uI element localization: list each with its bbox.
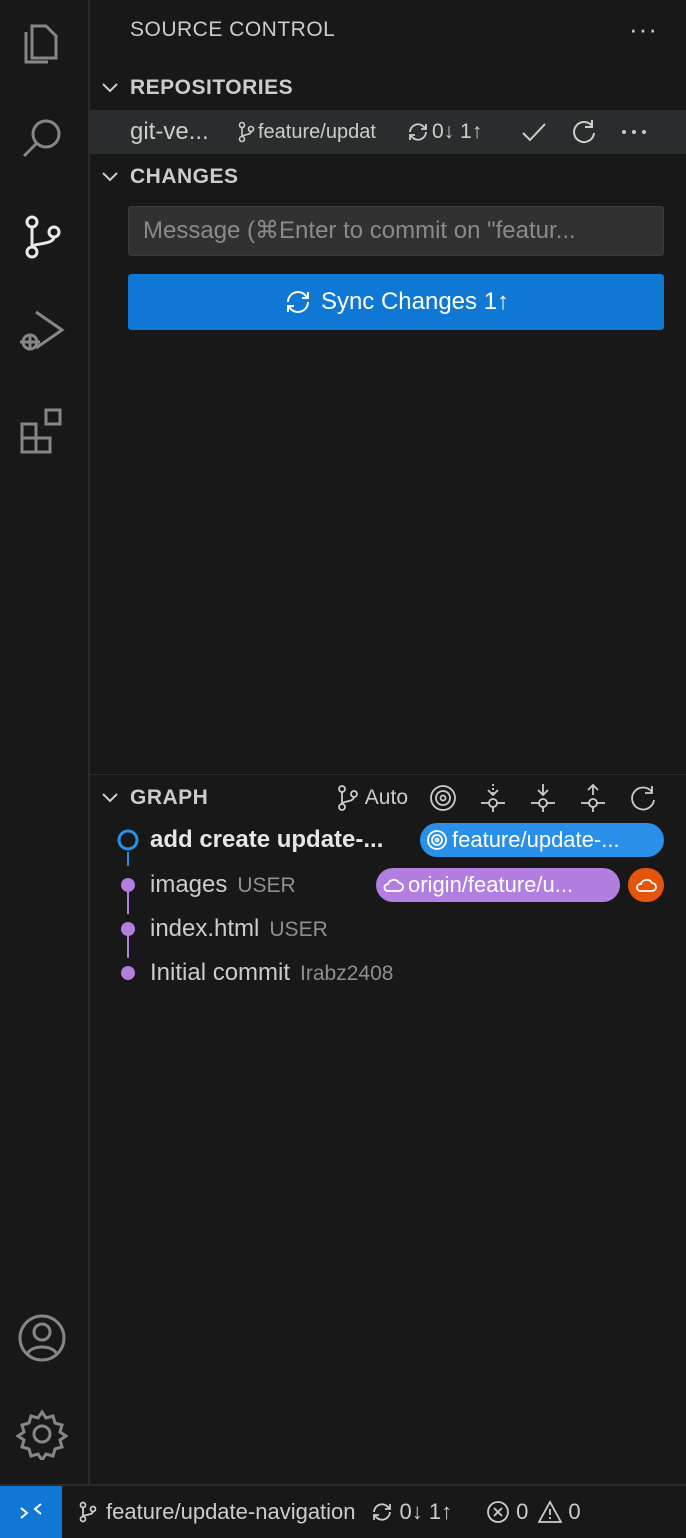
- commit-message-row: images USER: [150, 871, 296, 899]
- extensions-icon[interactable]: [14, 402, 70, 458]
- branch-icon: [238, 121, 255, 143]
- target-icon[interactable]: [428, 782, 458, 814]
- repo-sync-button[interactable]: 0↓ 1↑: [406, 120, 516, 144]
- commit-message: add create update-...: [150, 826, 384, 853]
- graph-commit-row[interactable]: add create update-... feature/update-...: [90, 818, 686, 862]
- changes-section-header[interactable]: CHANGES: [90, 157, 686, 197]
- commit-author: USER: [237, 874, 296, 897]
- commit-check-icon[interactable]: [520, 118, 548, 146]
- graph-toolbar: Auto: [335, 778, 658, 818]
- graph-commit-row[interactable]: images USER origin/feature/u...: [90, 863, 686, 907]
- source-control-icon[interactable]: [14, 208, 70, 264]
- status-sync-label: 0↓ 1↑: [399, 1499, 453, 1524]
- status-branch[interactable]: feature/update-navigation: [76, 1499, 356, 1525]
- local-branch-badge[interactable]: feature/update-...: [420, 823, 664, 857]
- error-count: 0: [516, 1499, 529, 1524]
- push-icon[interactable]: [578, 782, 608, 814]
- settings-icon[interactable]: [14, 1406, 70, 1462]
- warning-count: 0: [568, 1499, 581, 1524]
- graph-commit-row[interactable]: index.html USER: [90, 907, 686, 951]
- graph-branch-filter-button[interactable]: Auto: [335, 783, 408, 813]
- error-icon: [487, 1501, 510, 1523]
- status-sync[interactable]: 0↓ 1↑: [370, 1499, 453, 1525]
- refresh-icon[interactable]: [570, 118, 598, 146]
- sync-changes-button[interactable]: Sync Changes 1↑: [128, 274, 664, 330]
- commit-node: [121, 966, 135, 980]
- graph-section-header[interactable]: GRAPH: [90, 778, 330, 818]
- chevron-down-icon: [90, 787, 130, 809]
- branch-icon: [79, 1501, 97, 1523]
- commit-message: index.html: [150, 915, 260, 942]
- repo-branch-label: feature/updat: [258, 120, 376, 143]
- repositories-section-header[interactable]: REPOSITORIES: [90, 68, 686, 108]
- commit-node: [121, 878, 135, 892]
- chevron-down-icon: [90, 166, 130, 188]
- target-icon: [427, 830, 447, 850]
- divider: [90, 774, 686, 775]
- activity-bar: [0, 0, 90, 1484]
- source-control-panel: SOURCE CONTROL ··· REPOSITORIES git-ve..…: [90, 0, 686, 1484]
- repo-name: git-ve...: [130, 118, 209, 145]
- remote-branch-label: origin/feature/u...: [408, 872, 574, 897]
- more-actions-icon[interactable]: ···: [629, 14, 658, 45]
- run-debug-icon[interactable]: [14, 302, 70, 358]
- pull-icon[interactable]: [528, 782, 558, 814]
- commit-message: images: [150, 871, 228, 898]
- commit-message-row: Initial commit Irabz2408: [150, 959, 393, 987]
- commit-message-row: index.html USER: [150, 915, 328, 943]
- repository-row[interactable]: git-ve... feature/updat 0↓ 1↑: [90, 110, 686, 154]
- remote-icon: [20, 1503, 42, 1519]
- commit-message: Initial commit: [150, 959, 291, 986]
- sync-icon: [286, 291, 309, 313]
- panel-title: SOURCE CONTROL: [130, 18, 336, 41]
- status-problems[interactable]: 0 0: [486, 1499, 581, 1525]
- fetch-icon[interactable]: [478, 782, 508, 814]
- remote-status-badge[interactable]: [628, 868, 664, 902]
- repositories-label: REPOSITORIES: [130, 76, 294, 99]
- cloud-icon: [383, 878, 404, 892]
- explorer-icon[interactable]: [14, 16, 70, 72]
- more-icon[interactable]: [620, 118, 648, 146]
- commit-message-input[interactable]: [128, 206, 664, 256]
- commit-node: [121, 922, 135, 936]
- search-icon[interactable]: [14, 110, 70, 166]
- sync-changes-label: Sync Changes 1↑: [320, 288, 510, 315]
- graph-label: GRAPH: [130, 786, 209, 809]
- warning-icon: [538, 1500, 563, 1523]
- repo-branch-button[interactable]: feature/updat: [236, 121, 406, 144]
- head-commit-node: [117, 829, 139, 851]
- graph-commit-row[interactable]: Initial commit Irabz2408: [90, 951, 686, 995]
- sync-icon: [372, 1503, 391, 1521]
- commit-author: USER: [269, 918, 328, 941]
- sync-icon: [409, 123, 427, 141]
- changes-label: CHANGES: [130, 165, 239, 188]
- status-bar: feature/update-navigation 0↓ 1↑ 0 0: [0, 1484, 686, 1538]
- auto-label: Auto: [364, 786, 408, 809]
- repo-sync-status: 0↓ 1↑: [432, 120, 483, 143]
- refresh-icon[interactable]: [628, 782, 658, 814]
- cloud-icon: [636, 878, 657, 892]
- branch-icon: [337, 785, 358, 811]
- commit-author: Irabz2408: [300, 962, 394, 985]
- local-branch-label: feature/update-...: [452, 827, 620, 852]
- remote-branch-badge[interactable]: origin/feature/u...: [376, 868, 620, 902]
- status-branch-label: feature/update-navigation: [106, 1499, 356, 1524]
- remote-indicator-button[interactable]: [0, 1486, 62, 1538]
- chevron-down-icon: [90, 77, 130, 99]
- account-icon[interactable]: [14, 1310, 70, 1366]
